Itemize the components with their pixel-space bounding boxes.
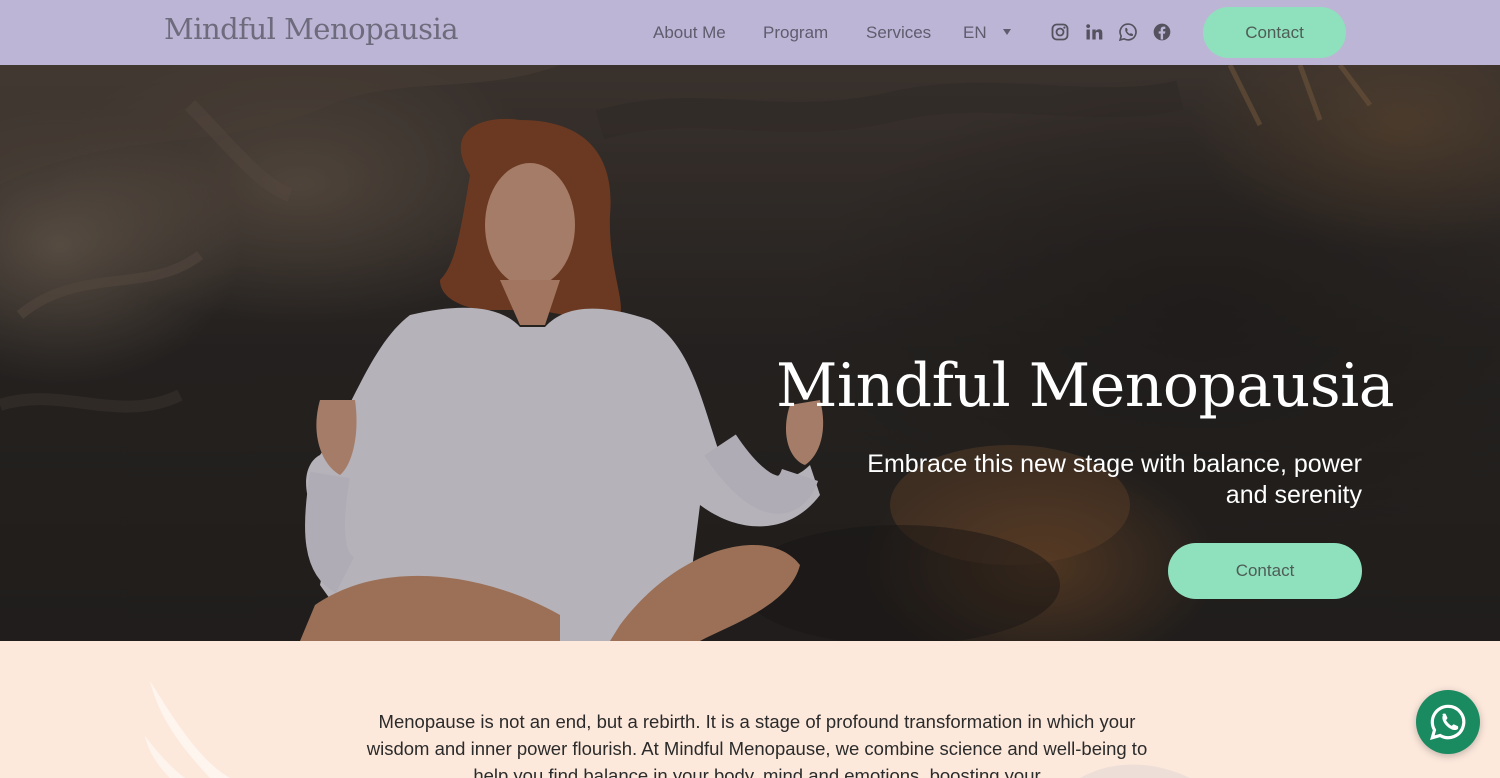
site-logo[interactable]: Mindful Menopausia <box>164 12 459 46</box>
hero-section: Mindful Menopausia Embrace this new stag… <box>0 65 1500 641</box>
site-header: Mindful Menopausia About Me Program Serv… <box>0 0 1500 65</box>
hero-contact-button[interactable]: Contact <box>1168 543 1362 599</box>
hero-title: Mindful Menopausia <box>776 351 1395 421</box>
chevron-down-icon[interactable] <box>1003 29 1011 35</box>
whatsapp-icon <box>1430 704 1466 740</box>
intro-paragraph: Menopause is not an end, but a rebirth. … <box>366 711 1148 778</box>
nav-program[interactable]: Program <box>763 23 828 43</box>
hero-subtitle: Embrace this new stage with balance, pow… <box>867 450 1362 509</box>
nav-services[interactable]: Services <box>866 23 931 43</box>
language-selector[interactable]: EN <box>963 23 987 43</box>
facebook-icon[interactable] <box>1152 22 1172 42</box>
nav-about-me[interactable]: About Me <box>653 23 726 43</box>
header-contact-button[interactable]: Contact <box>1203 7 1346 58</box>
whatsapp-float-button[interactable] <box>1416 690 1480 754</box>
instagram-icon[interactable] <box>1050 22 1070 42</box>
whatsapp-icon[interactable] <box>1118 22 1138 42</box>
linkedin-icon[interactable] <box>1084 22 1104 42</box>
